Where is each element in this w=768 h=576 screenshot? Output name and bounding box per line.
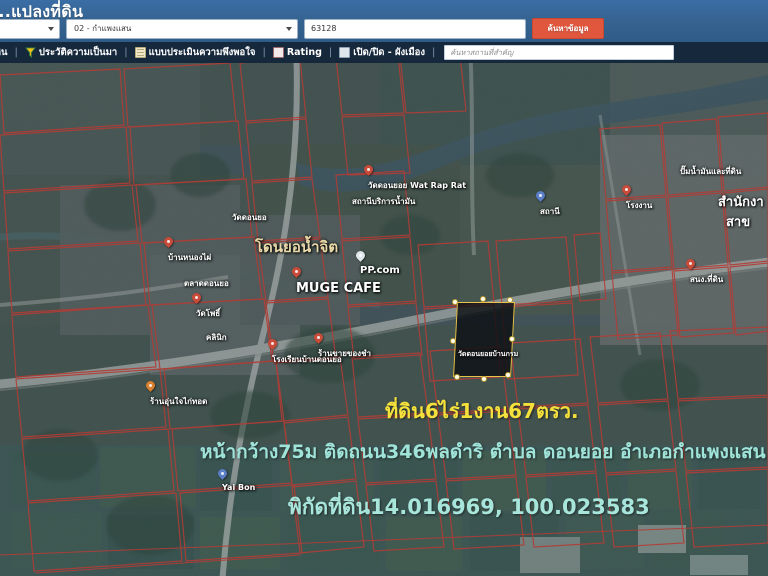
nav-separator: |: [432, 47, 436, 58]
map-pin-icon[interactable]: [686, 259, 695, 272]
parcel-vertex-handle[interactable]: [481, 376, 487, 382]
map-pin-icon[interactable]: [364, 165, 373, 178]
header-bar: ...แปลงที่ดิน 02 - กำแพงแสน 63128 ค้นหาข…: [0, 0, 768, 42]
nav-separator: |: [262, 47, 266, 58]
nav-bar: ...ดิน | ประวัติความเป็นมา | แบบประเมินค…: [0, 42, 768, 63]
parcel-vertex-handle[interactable]: [509, 336, 515, 342]
nav-separator: |: [14, 47, 18, 58]
nav-item-label: แบบประเมินความพึงพอใจ: [148, 47, 256, 58]
selected-parcel[interactable]: วัดดอนยอยบ้านกรม: [450, 296, 518, 382]
funnel-icon: [24, 47, 36, 59]
parcel-vertex-handle[interactable]: [480, 296, 486, 302]
chevron-down-icon: [286, 26, 292, 31]
map-imagery[interactable]: [0, 55, 768, 576]
search-button[interactable]: ค้นหาข้อมูล: [532, 18, 604, 39]
nav-separator: |: [124, 47, 128, 58]
nav-item-toggle-city-plan[interactable]: เปิด/ปิด - ผังเมือง: [337, 45, 427, 60]
map-pin-icon[interactable]: [314, 333, 323, 346]
nav-item-history[interactable]: ประวัติความเป็นมา: [23, 45, 119, 60]
document-icon: [134, 47, 146, 58]
parcel-number-value: 63128: [311, 24, 337, 33]
nav-item-satisfaction-survey[interactable]: แบบประเมินความพึงพอใจ: [133, 45, 258, 60]
place-search-input[interactable]: ค้นหาสถานที่สำคัญ: [444, 45, 675, 60]
chevron-down-icon: [48, 26, 54, 31]
rating-icon: [272, 47, 284, 58]
parcel-vertex-handle[interactable]: [452, 299, 458, 305]
map-pin-icon[interactable]: [268, 339, 277, 352]
nav-item-label: Rating: [286, 47, 322, 58]
parcel-label: วัดดอนยอยบ้านกรม: [458, 350, 519, 358]
nav-item-land[interactable]: ...ดิน: [0, 45, 10, 60]
parcel-number-input[interactable]: 63128: [304, 18, 526, 39]
province-select[interactable]: [0, 18, 60, 39]
map-pin-icon[interactable]: [356, 251, 365, 264]
layer-square-icon: [339, 47, 351, 58]
nav-item-label: เปิด/ปิด - ผังเมือง: [353, 47, 426, 58]
parcel-vertex-handle[interactable]: [505, 372, 511, 378]
district-select-value: 02 - กำแพงแสน: [74, 24, 132, 33]
parcel-vertex-handle[interactable]: [507, 297, 513, 303]
map-pin-icon[interactable]: [536, 191, 545, 204]
map-pin-icon[interactable]: [218, 469, 227, 482]
nav-item-label: ประวัติความเป็นมา: [38, 47, 118, 58]
map-pin-icon[interactable]: [192, 293, 201, 306]
search-controls: 02 - กำแพงแสน 63128 ค้นหาข้อมูล: [0, 18, 604, 39]
nav-item-rating[interactable]: Rating: [271, 47, 324, 58]
map-pin-icon[interactable]: [164, 237, 173, 250]
nav-separator: |: [328, 47, 333, 58]
parcel-vertex-handle[interactable]: [450, 338, 456, 344]
map-pin-icon[interactable]: [292, 267, 301, 280]
map-pin-icon[interactable]: [622, 185, 631, 198]
nav-item-label: ...ดิน: [0, 47, 8, 58]
nav-items: ...ดิน | ประวัติความเป็นมา | แบบประเมินค…: [0, 45, 675, 60]
parcel-polygon[interactable]: [453, 302, 515, 377]
satellite-map-viewport[interactable]: MUGE CAFE PP.com โดนยอน้ำจิต วัดดอนยอย Wat …: [0, 55, 768, 576]
land-map-application: MUGE CAFE PP.com โดนยอน้ำจิต วัดดอนยอย Wat …: [0, 0, 768, 576]
district-select[interactable]: 02 - กำแพงแสน: [66, 18, 298, 39]
parcel-vertex-handle[interactable]: [454, 374, 460, 380]
map-pin-icon[interactable]: [146, 381, 155, 394]
